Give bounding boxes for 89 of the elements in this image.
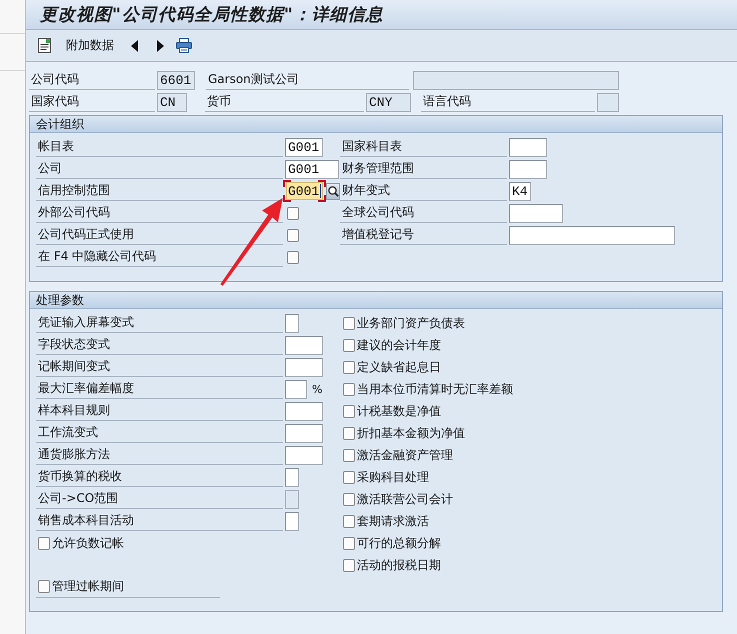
details-button[interactable] [38, 38, 51, 53]
checkbox-label: 建议的会计年度 [357, 336, 441, 354]
field-label: 语言代码 [423, 92, 471, 110]
field-label: 货币 [207, 92, 231, 110]
input-field[interactable] [285, 380, 307, 398]
additional-data-button[interactable]: 附加数据 [66, 37, 114, 54]
field-label: 外部公司代码 [38, 204, 110, 220]
field-label: 凭证输入屏幕变式 [38, 314, 134, 330]
input-field[interactable] [509, 204, 563, 222]
triangle-right-icon [157, 40, 164, 52]
checkbox[interactable] [343, 316, 355, 330]
field-label: 工作流变式 [38, 424, 98, 440]
checkbox[interactable] [287, 250, 299, 264]
checkbox[interactable] [287, 228, 299, 242]
search-icon [328, 186, 338, 196]
field-label: 货币换算的税收 [38, 468, 122, 484]
document-icon [38, 38, 51, 53]
field-label: 公司->CO范围 [38, 490, 118, 506]
checkbox-label: 定义缺省起息日 [357, 358, 441, 376]
search-help-button[interactable] [326, 182, 340, 200]
input-field[interactable] [285, 468, 299, 486]
field-label: 帐目表 [38, 138, 74, 154]
triangle-left-icon [131, 40, 138, 52]
checkbox-label: 可行的总额分解 [357, 534, 441, 552]
field-label: 国家科目表 [342, 138, 402, 154]
field-label: 公司代码正式使用 [38, 226, 134, 242]
field-label: 增值税登记号 [342, 226, 414, 242]
checkbox[interactable] [287, 206, 299, 220]
print-button[interactable] [176, 38, 192, 53]
field-label: 全球公司代码 [342, 204, 414, 220]
field-label: 记帐期间变式 [38, 358, 110, 374]
field-label: 在 F4 中隐藏公司代码 [38, 248, 156, 264]
field-label: 财务管理范围 [342, 160, 414, 176]
printer-icon [176, 38, 192, 53]
input-field[interactable] [285, 424, 323, 442]
checkbox-label: 套期请求激活 [357, 512, 429, 530]
checkbox[interactable] [343, 448, 355, 462]
input-field[interactable] [285, 358, 323, 376]
checkbox[interactable] [343, 382, 355, 396]
checkbox-label: 当用本位币清算时无汇率差额 [357, 380, 513, 398]
group-title: 处理参数 [36, 292, 84, 308]
field-label: 销售成本科目活动 [38, 512, 134, 528]
input-field[interactable] [285, 402, 323, 420]
field-label: 国家代码 [31, 92, 79, 110]
field-label: 通货膨胀方法 [38, 446, 110, 462]
checkbox-label: 业务部门资产负债表 [357, 314, 465, 332]
field-label: 信用控制范围 [38, 182, 110, 198]
checkbox[interactable] [343, 514, 355, 528]
input-field[interactable] [285, 446, 323, 464]
checkbox-label: 激活联营公司会计 [357, 490, 453, 508]
group-title: 会计组织 [36, 116, 84, 132]
checkbox-label: 折扣基本金额为净值 [357, 424, 465, 442]
field-label: 样本科目规则 [38, 402, 110, 418]
checkbox-label: 活动的报税日期 [357, 556, 441, 574]
checkbox-label: 计税基数是净值 [357, 402, 441, 420]
checkbox[interactable] [343, 536, 355, 550]
checkbox-label: 允许负数记帐 [52, 534, 124, 552]
checkbox[interactable] [343, 492, 355, 506]
input-field[interactable] [285, 512, 299, 530]
checkbox[interactable] [343, 338, 355, 352]
field-label: 公司 [38, 160, 62, 176]
input-field[interactable] [285, 314, 299, 332]
field-label: 最大汇率偏差幅度 [38, 380, 134, 396]
window-title: 更改视图"公司代码全局性数据"：详细信息 [40, 4, 384, 26]
input-field[interactable]: K4 [509, 182, 531, 200]
checkbox[interactable] [38, 536, 50, 550]
checkbox[interactable] [343, 558, 355, 572]
input-field[interactable]: G001 [285, 138, 323, 156]
checkbox[interactable] [343, 360, 355, 374]
unit-label: % [312, 382, 322, 396]
input-field[interactable] [509, 226, 675, 244]
company-name-text: Garson测试公司 [208, 70, 299, 88]
checkbox[interactable] [343, 470, 355, 484]
checkbox[interactable] [343, 404, 355, 418]
input-field[interactable] [285, 336, 323, 354]
field-label: 财年变式 [342, 182, 390, 198]
checkbox-label: 激活金融资产管理 [357, 446, 453, 464]
checkbox[interactable] [38, 580, 50, 593]
input-field[interactable]: G001 [285, 160, 339, 178]
checkbox-label: 管理过帐期间 [52, 578, 124, 595]
input-field[interactable] [509, 160, 547, 178]
input-field[interactable]: G001 [283, 180, 326, 202]
previous-button[interactable] [131, 40, 138, 52]
checkbox-label: 采购科目处理 [357, 468, 429, 486]
input-field[interactable] [509, 138, 547, 156]
field-label: 公司代码 [31, 70, 79, 88]
next-button[interactable] [157, 40, 164, 52]
field-label: 字段状态变式 [38, 336, 110, 352]
checkbox[interactable] [343, 426, 355, 440]
